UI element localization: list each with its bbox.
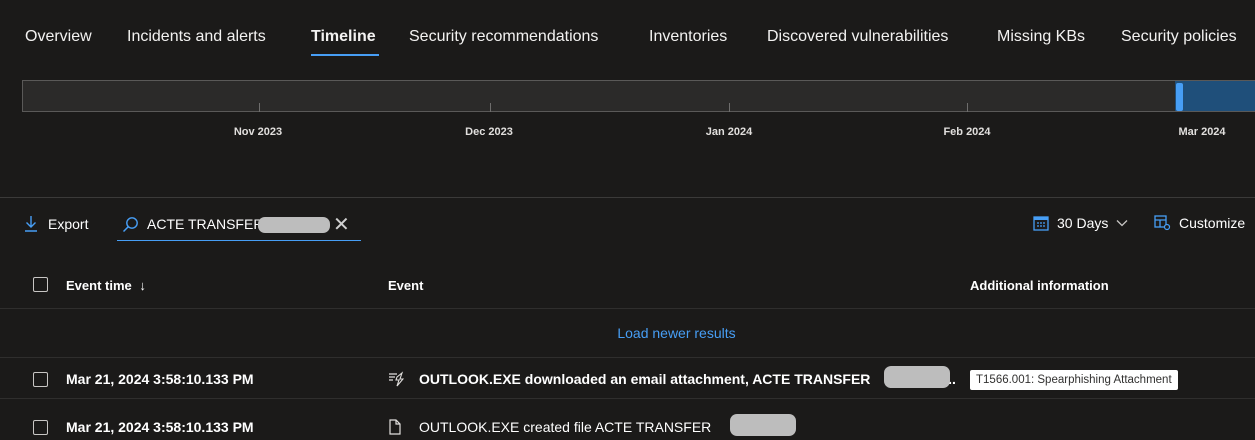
download-icon: [25, 216, 37, 232]
export-label: Export: [48, 215, 89, 232]
timeline-tick: [729, 103, 730, 112]
row-event-text: OUTLOOK.EXE created file ACTE TRANSFER: [419, 419, 712, 435]
search-input[interactable]: ACTE TRANSFER ✕: [117, 208, 361, 241]
row-event-time: Mar 21, 2024 3:58:10.133 PM: [66, 419, 254, 435]
row-event-description: OUTLOOK.EXE downloaded an email attachme…: [419, 371, 956, 387]
customize-columns-icon: [1154, 215, 1171, 231]
row-event-text: OUTLOOK.EXE downloaded an email attachme…: [419, 371, 871, 387]
row-checkbox[interactable]: [33, 372, 48, 387]
timeline-month-label: Jan 2024: [705, 126, 753, 138]
timeline-month-label: Feb 2024: [943, 126, 991, 138]
sort-descending-icon: ↓: [139, 278, 146, 293]
tab-bar: Overview Incidents and alerts Timeline S…: [0, 0, 1255, 74]
redacted-text: [730, 414, 796, 436]
mitre-technique-tag[interactable]: T1566.001: Spearphishing Attachment: [970, 370, 1178, 390]
timeline-month-label: Dec 2023: [465, 126, 513, 138]
tab-incidents-and-alerts[interactable]: Incidents and alerts: [127, 28, 266, 46]
tab-inventories[interactable]: Inventories: [649, 28, 727, 46]
redacted-text: [258, 217, 330, 233]
chevron-down-icon: [1116, 220, 1128, 227]
tab-missing-kbs[interactable]: Missing KBs: [997, 28, 1085, 46]
email-attachment-icon: [389, 371, 404, 387]
calendar-icon: [1033, 216, 1049, 231]
row-divider: [0, 398, 1255, 399]
file-icon: [389, 419, 401, 435]
column-header-label: Event time: [66, 278, 132, 293]
section-divider: [0, 197, 1255, 198]
tab-overview[interactable]: Overview: [25, 28, 92, 46]
customize-columns-button[interactable]: Customize: [1154, 215, 1245, 231]
tab-security-policies[interactable]: Security policies: [1121, 28, 1237, 46]
timeline-range-handle[interactable]: [1176, 83, 1183, 111]
column-header-event-time[interactable]: Event time ↓: [66, 278, 146, 293]
timeline-month-label: Nov 2023: [233, 126, 283, 138]
timeline-tick: [490, 103, 491, 112]
timeline-scrubber[interactable]: [22, 80, 1255, 112]
customize-label: Customize: [1179, 215, 1246, 231]
timeline-tick: [259, 103, 260, 112]
search-icon: [122, 217, 138, 233]
close-icon[interactable]: ✕: [333, 212, 350, 237]
search-value: ACTE TRANSFER: [147, 216, 264, 232]
active-tab-indicator: [311, 54, 379, 56]
date-range-label: 30 Days: [1057, 215, 1109, 231]
date-range-dropdown[interactable]: 30 Days: [1033, 215, 1128, 231]
tab-discovered-vulnerabilities[interactable]: Discovered vulnerabilities: [767, 28, 948, 46]
row-divider: [0, 357, 1255, 358]
column-header-additional-information[interactable]: Additional information: [970, 278, 1109, 293]
export-button[interactable]: Export: [24, 215, 88, 232]
column-header-event[interactable]: Event: [388, 278, 423, 293]
tab-timeline[interactable]: Timeline: [311, 28, 376, 46]
row-event-time: Mar 21, 2024 3:58:10.133 PM: [66, 371, 254, 387]
table-header-divider: [0, 308, 1255, 309]
timeline-month-label: Mar 2024: [1178, 126, 1226, 138]
select-all-checkbox[interactable]: [33, 277, 48, 292]
timeline-selected-range[interactable]: [1175, 81, 1255, 111]
load-newer-results-link[interactable]: Load newer results: [0, 325, 1255, 341]
tab-security-recommendations[interactable]: Security recommendations: [409, 28, 598, 46]
redacted-text: [884, 366, 950, 388]
timeline-tick: [967, 103, 968, 112]
row-checkbox[interactable]: [33, 420, 48, 435]
